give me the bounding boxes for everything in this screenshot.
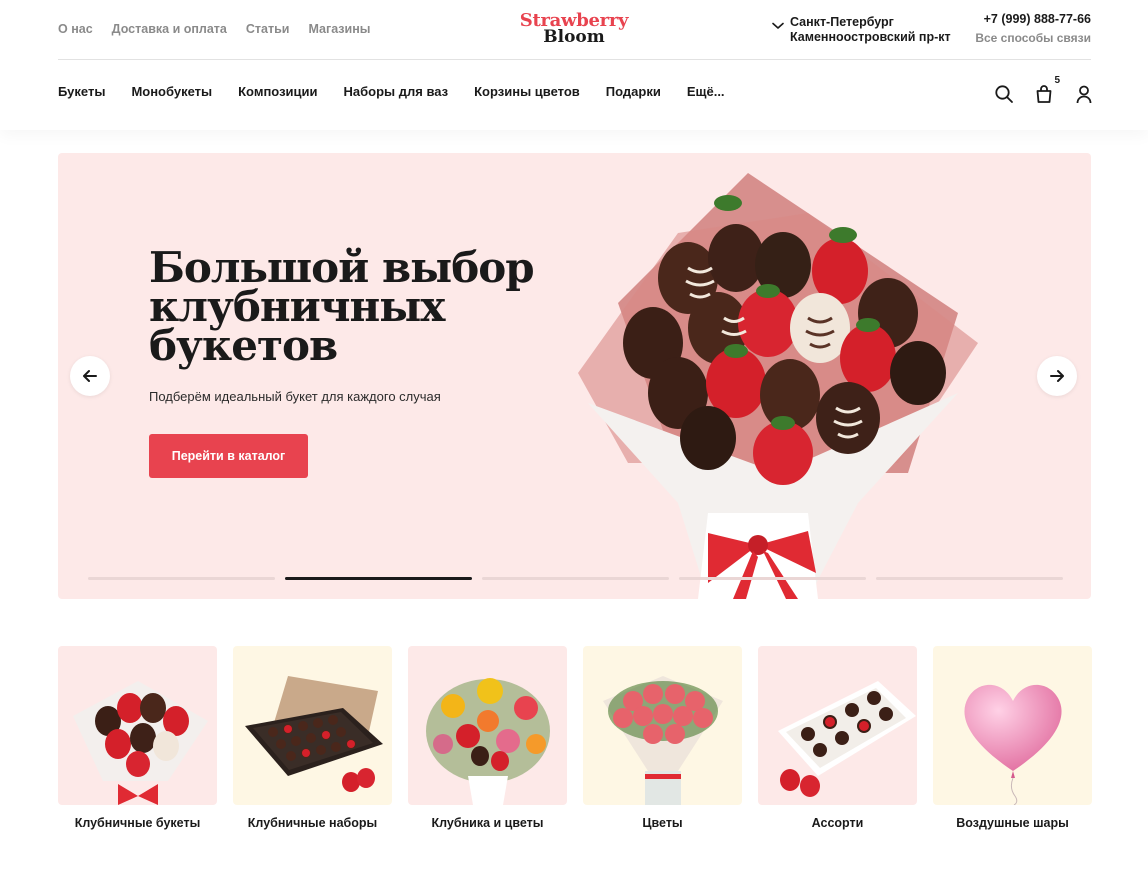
nav-item-flower-baskets[interactable]: Корзины цветов	[474, 84, 580, 99]
location-city: Санкт-Петербург	[790, 15, 894, 29]
category-strawberry-and-flowers[interactable]: Клубника и цветы	[408, 646, 567, 830]
logo-line-2: Bloom	[543, 27, 605, 47]
category-list: Клубничные букеты Клубничные наборы Клуб…	[58, 646, 1092, 830]
header-icons: 5	[992, 75, 1096, 106]
slider-next-button[interactable]	[1037, 356, 1077, 396]
category-strawberry-bouquets[interactable]: Клубничные букеты	[58, 646, 217, 830]
category-label: Воздушные шары	[956, 816, 1069, 830]
slider-dot-2[interactable]	[285, 577, 472, 580]
top-link-articles[interactable]: Статьи	[246, 22, 290, 36]
account-button[interactable]	[1072, 82, 1096, 106]
category-label: Клубника и цветы	[431, 816, 544, 830]
catalog-button[interactable]: Перейти в каталог	[149, 434, 308, 478]
location-selector[interactable]: Санкт-Петербург Каменноостровский пр-кт	[772, 15, 960, 44]
nav-item-more[interactable]: Ещё...	[687, 84, 725, 99]
slider-dot-3[interactable]	[482, 577, 669, 580]
hero-title-line-3: букетов	[149, 321, 338, 370]
logo[interactable]: Strawberry Bloom	[474, 12, 674, 46]
strawberry-bouquet-image	[578, 173, 978, 599]
slider-dot-1[interactable]	[88, 577, 275, 580]
category-label: Клубничные букеты	[74, 816, 201, 830]
category-image	[58, 646, 217, 805]
top-link-delivery[interactable]: Доставка и оплата	[112, 22, 227, 36]
top-link-shops[interactable]: Магазины	[308, 22, 370, 36]
category-image	[933, 646, 1092, 805]
cart-count-badge: 5	[1054, 75, 1060, 86]
category-label: Клубничные наборы	[247, 816, 378, 830]
category-image	[408, 646, 567, 805]
category-label: Ассорти	[811, 816, 864, 830]
location-text: Санкт-Петербург Каменноостровский пр-кт	[790, 15, 960, 44]
main-nav: Букеты Монобукеты Композиции Наборы для …	[58, 84, 725, 99]
nav-item-gifts[interactable]: Подарки	[606, 84, 661, 99]
category-image	[758, 646, 917, 805]
header-divider	[58, 59, 1091, 60]
user-icon	[1076, 85, 1092, 104]
cart-button[interactable]: 5	[1032, 75, 1060, 106]
hero-subtitle: Подберём идеальный букет для каждого слу…	[149, 389, 441, 404]
category-image	[233, 646, 392, 805]
nav-item-vase-sets[interactable]: Наборы для ваз	[344, 84, 449, 99]
hero-slider: Большой выбор клубничных букетов Подберё…	[58, 153, 1091, 599]
category-assorted[interactable]: Ассорти	[758, 646, 917, 830]
slider-dot-5[interactable]	[876, 577, 1063, 580]
category-balloons[interactable]: Воздушные шары	[933, 646, 1092, 830]
contacts: +7 (999) 888-77-66 Все способы связи	[975, 12, 1091, 45]
slider-pagination	[88, 577, 1063, 580]
all-contacts-link[interactable]: Все способы связи	[975, 31, 1091, 45]
category-strawberry-sets[interactable]: Клубничные наборы	[233, 646, 392, 830]
location-address: Каменноостровский пр-кт	[790, 29, 951, 44]
category-label: Цветы	[642, 816, 683, 830]
category-image	[583, 646, 742, 805]
nav-item-bouquets[interactable]: Букеты	[58, 84, 105, 99]
top-links: О нас Доставка и оплата Статьи Магазины	[58, 22, 370, 36]
site-header: О нас Доставка и оплата Статьи Магазины …	[0, 0, 1148, 130]
slider-prev-button[interactable]	[70, 356, 110, 396]
nav-item-compositions[interactable]: Композиции	[238, 84, 317, 99]
nav-item-monobouquets[interactable]: Монобукеты	[131, 84, 212, 99]
phone-number[interactable]: +7 (999) 888-77-66	[975, 12, 1091, 26]
arrow-right-icon	[1050, 370, 1064, 382]
top-link-about[interactable]: О нас	[58, 22, 93, 36]
search-icon	[995, 85, 1013, 103]
arrow-left-icon	[83, 370, 97, 382]
slider-dot-4[interactable]	[679, 577, 866, 580]
chevron-down-icon	[772, 22, 784, 29]
hero-title: Большой выбор клубничных букетов	[149, 247, 549, 370]
search-button[interactable]	[992, 82, 1016, 106]
category-flowers[interactable]: Цветы	[583, 646, 742, 830]
cart-icon	[1036, 85, 1052, 103]
